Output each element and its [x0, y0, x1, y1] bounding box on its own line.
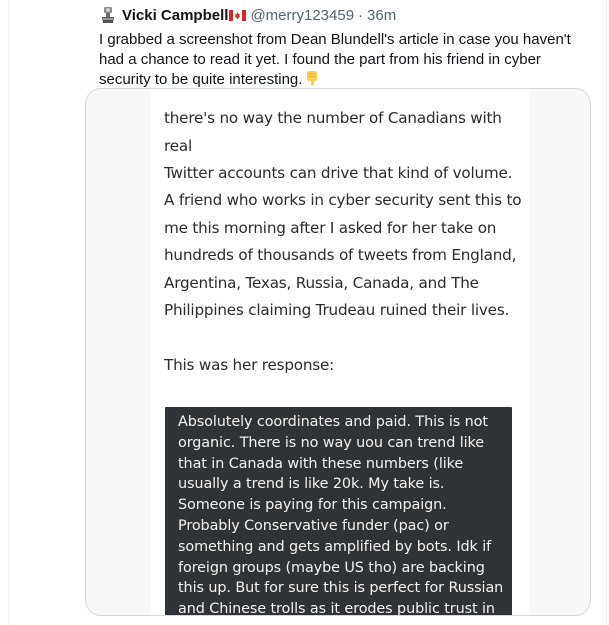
tweet-header: Vicki Campbell @merry123459 · 36m — [100, 5, 396, 25]
tweet-timestamp[interactable]: 36m — [367, 7, 396, 24]
old-telephone-icon[interactable] — [100, 6, 116, 24]
timeline-border-left — [8, 0, 9, 625]
article-paragraph-2: A friend who works in cyber security sen… — [164, 191, 522, 319]
article-screenshot: there's no way the number of Canadians w… — [151, 89, 529, 615]
article-paragraph-1: there's no way the number of Canadians w… — [164, 109, 513, 182]
article-paragraph-3: This was her response: — [164, 356, 335, 374]
quoted-response-text: Absolutely coordinates and paid. This is… — [178, 414, 504, 616]
quoted-response-box: Absolutely coordinates and paid. This is… — [165, 407, 512, 616]
separator-dot: · — [358, 6, 364, 24]
tweet-text: I grabbed a screenshot from Dean Blundel… — [99, 30, 594, 90]
timeline-border-right — [606, 0, 607, 625]
author-name[interactable]: Vicki Campbell — [122, 7, 228, 24]
author-handle[interactable]: @merry123459 — [250, 7, 354, 24]
backhand-index-pointing-down-icon — [305, 70, 319, 90]
tweet-body: I grabbed a screenshot from Dean Blundel… — [99, 31, 571, 88]
tweet-media-image[interactable]: there's no way the number of Canadians w… — [85, 88, 591, 616]
canada-flag-icon — [229, 9, 247, 21]
